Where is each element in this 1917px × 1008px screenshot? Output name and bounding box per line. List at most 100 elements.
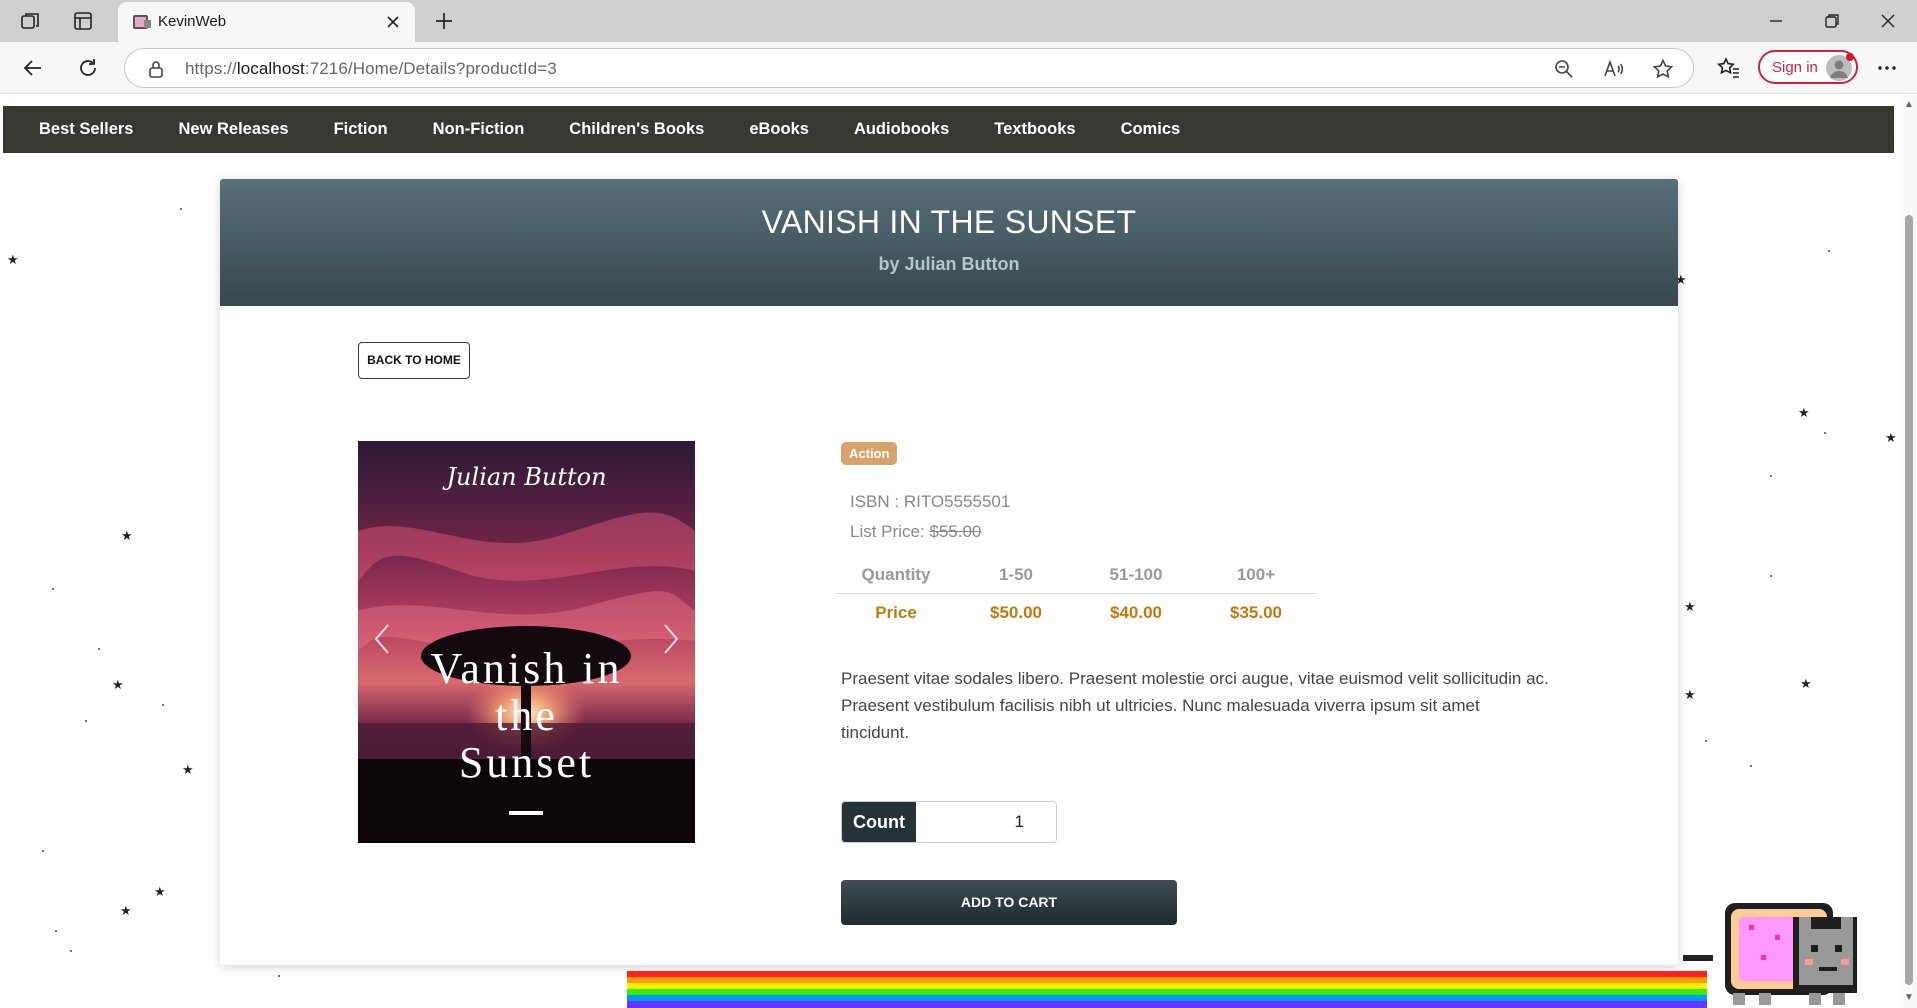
notification-dot xyxy=(1846,53,1854,61)
star-dot xyxy=(1705,740,1707,742)
vertical-tabs-icon[interactable] xyxy=(71,9,95,33)
lock-icon[interactable] xyxy=(147,59,165,79)
add-to-cart-button[interactable]: ADD TO CART xyxy=(841,880,1177,925)
more-icon[interactable] xyxy=(1874,55,1900,81)
star-dot xyxy=(1828,250,1830,252)
star-decoration: ★ xyxy=(1684,599,1696,614)
product-description: Praesent vitae sodales libero. Praesent … xyxy=(841,669,1549,742)
scroll-thumb[interactable] xyxy=(1905,215,1913,985)
minimize-icon[interactable] xyxy=(1763,8,1789,34)
sign-in-button[interactable]: Sign in xyxy=(1758,50,1858,84)
category-badge: Action xyxy=(841,442,898,465)
star-dot xyxy=(52,588,54,590)
read-aloud-icon[interactable] xyxy=(1602,58,1624,80)
star-dot xyxy=(85,720,87,722)
nav-comics[interactable]: Comics xyxy=(1121,120,1181,139)
tab-kevinweb[interactable]: KevinWeb xyxy=(118,2,415,42)
star-decoration: ★ xyxy=(154,884,166,899)
table-header-cell: 100+ xyxy=(1236,565,1276,584)
cover-title-text: Vanish in the Sunset xyxy=(358,645,695,786)
table-cell: $50.00 xyxy=(990,602,1042,622)
product-header: VANISH IN THE SUNSET by Julian Button xyxy=(220,179,1678,306)
star-icon[interactable] xyxy=(1652,58,1674,80)
cover-title-line: Sunset xyxy=(458,738,595,787)
star-dot xyxy=(98,648,100,650)
star-dot xyxy=(1770,475,1772,477)
url-prefix: https:// xyxy=(185,59,237,78)
restore-icon[interactable] xyxy=(1819,8,1845,34)
star-dot xyxy=(278,975,280,977)
star-dot xyxy=(55,930,57,932)
cover-carousel: Julian Button Vanish in the Sunset xyxy=(358,441,695,843)
star-decoration: ★ xyxy=(1800,676,1812,691)
chevron-right-icon[interactable] xyxy=(659,619,681,659)
new-tab-icon[interactable] xyxy=(432,9,456,33)
star-dot xyxy=(42,850,44,852)
arrow-left-icon[interactable] xyxy=(20,55,46,81)
star-decoration: ★ xyxy=(1798,405,1810,420)
sign-in-label: Sign in xyxy=(1772,59,1818,76)
address-bar[interactable]: https://localhost:7216/Home/Details?prod… xyxy=(124,48,1694,88)
refresh-icon[interactable] xyxy=(75,55,101,81)
page-viewport: ★ ★ ★ ★ ★ ★ ★ ★ ★ ★ ★ ★ Best Sellers New… xyxy=(0,95,1917,1008)
nav-audiobooks[interactable]: Audiobooks xyxy=(854,120,949,139)
product-author: by Julian Button xyxy=(878,254,1020,274)
nyan-cat-decoration xyxy=(1683,903,1857,1005)
nav-new-releases[interactable]: New Releases xyxy=(178,120,288,139)
star-decoration: ★ xyxy=(120,903,132,918)
price-table-row: Price $50.00 $40.00 $35.00 xyxy=(836,594,1316,631)
count-input[interactable] xyxy=(916,802,1056,842)
scrollbar[interactable]: ▲ ▼ xyxy=(1900,95,1917,1008)
table-header-cell: Quantity xyxy=(861,565,931,584)
list-price-label: List Price: xyxy=(850,522,930,541)
product-card: VANISH IN THE SUNSET by Julian Button BA… xyxy=(220,179,1678,965)
star-decoration: ★ xyxy=(112,677,124,692)
table-cell: Price xyxy=(875,602,917,622)
carousel-indicator[interactable] xyxy=(509,811,543,815)
list-price-value: $55.00 xyxy=(929,522,982,541)
url-text[interactable]: https://localhost:7216/Home/Details?prod… xyxy=(185,59,557,79)
browser-window: KevinWeb https://localhost:7216/Home/Det… xyxy=(0,0,1917,1008)
nav-fiction[interactable]: Fiction xyxy=(334,120,388,139)
close-window-icon[interactable] xyxy=(1875,8,1901,34)
nav-best-sellers[interactable]: Best Sellers xyxy=(39,120,133,139)
star-dot xyxy=(1750,765,1752,767)
nav-ebooks[interactable]: eBooks xyxy=(749,120,809,139)
site-nav: Best Sellers New Releases Fiction Non-Fi… xyxy=(3,106,1894,153)
count-group: Count xyxy=(841,801,1057,843)
table-header-cell: 51-100 xyxy=(1109,565,1163,584)
workspaces-icon[interactable] xyxy=(18,9,42,33)
nav-textbooks[interactable]: Textbooks xyxy=(994,120,1075,139)
kevinweb-favicon-icon xyxy=(133,15,151,29)
nav-childrens-books[interactable]: Children's Books xyxy=(569,120,704,139)
zoom-out-icon[interactable] xyxy=(1553,58,1575,80)
star-decoration: ★ xyxy=(1684,687,1696,702)
chevron-left-icon[interactable] xyxy=(372,619,394,659)
scroll-down-icon[interactable]: ▼ xyxy=(1903,992,1915,1004)
close-icon[interactable] xyxy=(383,12,403,32)
price-table: Quantity 1-50 51-100 100+ Price $50.00 $… xyxy=(836,557,1316,631)
nav-non-fiction[interactable]: Non-Fiction xyxy=(433,120,525,139)
scroll-up-icon[interactable]: ▲ xyxy=(1903,99,1915,111)
table-cell: $40.00 xyxy=(1110,602,1162,622)
list-price: List Price: $55.00 xyxy=(850,522,981,542)
cover-title-line: Vanish in xyxy=(430,644,623,693)
tab-strip: KevinWeb xyxy=(0,0,1917,42)
url-path: :7216/Home/Details?productId=3 xyxy=(304,59,557,78)
url-host: localhost xyxy=(236,59,305,78)
cover-title-line: the xyxy=(495,691,558,740)
price-table-header: Quantity 1-50 51-100 100+ xyxy=(836,557,1316,594)
star-dot xyxy=(1770,575,1772,577)
address-row: https://localhost:7216/Home/Details?prod… xyxy=(0,42,1917,94)
favorites-icon[interactable] xyxy=(1716,55,1742,81)
star-dot xyxy=(1824,432,1826,434)
star-decoration: ★ xyxy=(7,252,19,267)
rainbow-trail xyxy=(627,971,1707,1008)
star-dot xyxy=(70,950,72,952)
star-dot xyxy=(180,208,182,210)
isbn-text: ISBN : RITO5555501 xyxy=(850,492,1011,511)
table-header-cell: 1-50 xyxy=(998,565,1034,584)
back-to-home-button[interactable]: BACK TO HOME xyxy=(358,342,470,379)
star-decoration: ★ xyxy=(1885,430,1897,445)
table-cell: $35.00 xyxy=(1230,602,1282,622)
